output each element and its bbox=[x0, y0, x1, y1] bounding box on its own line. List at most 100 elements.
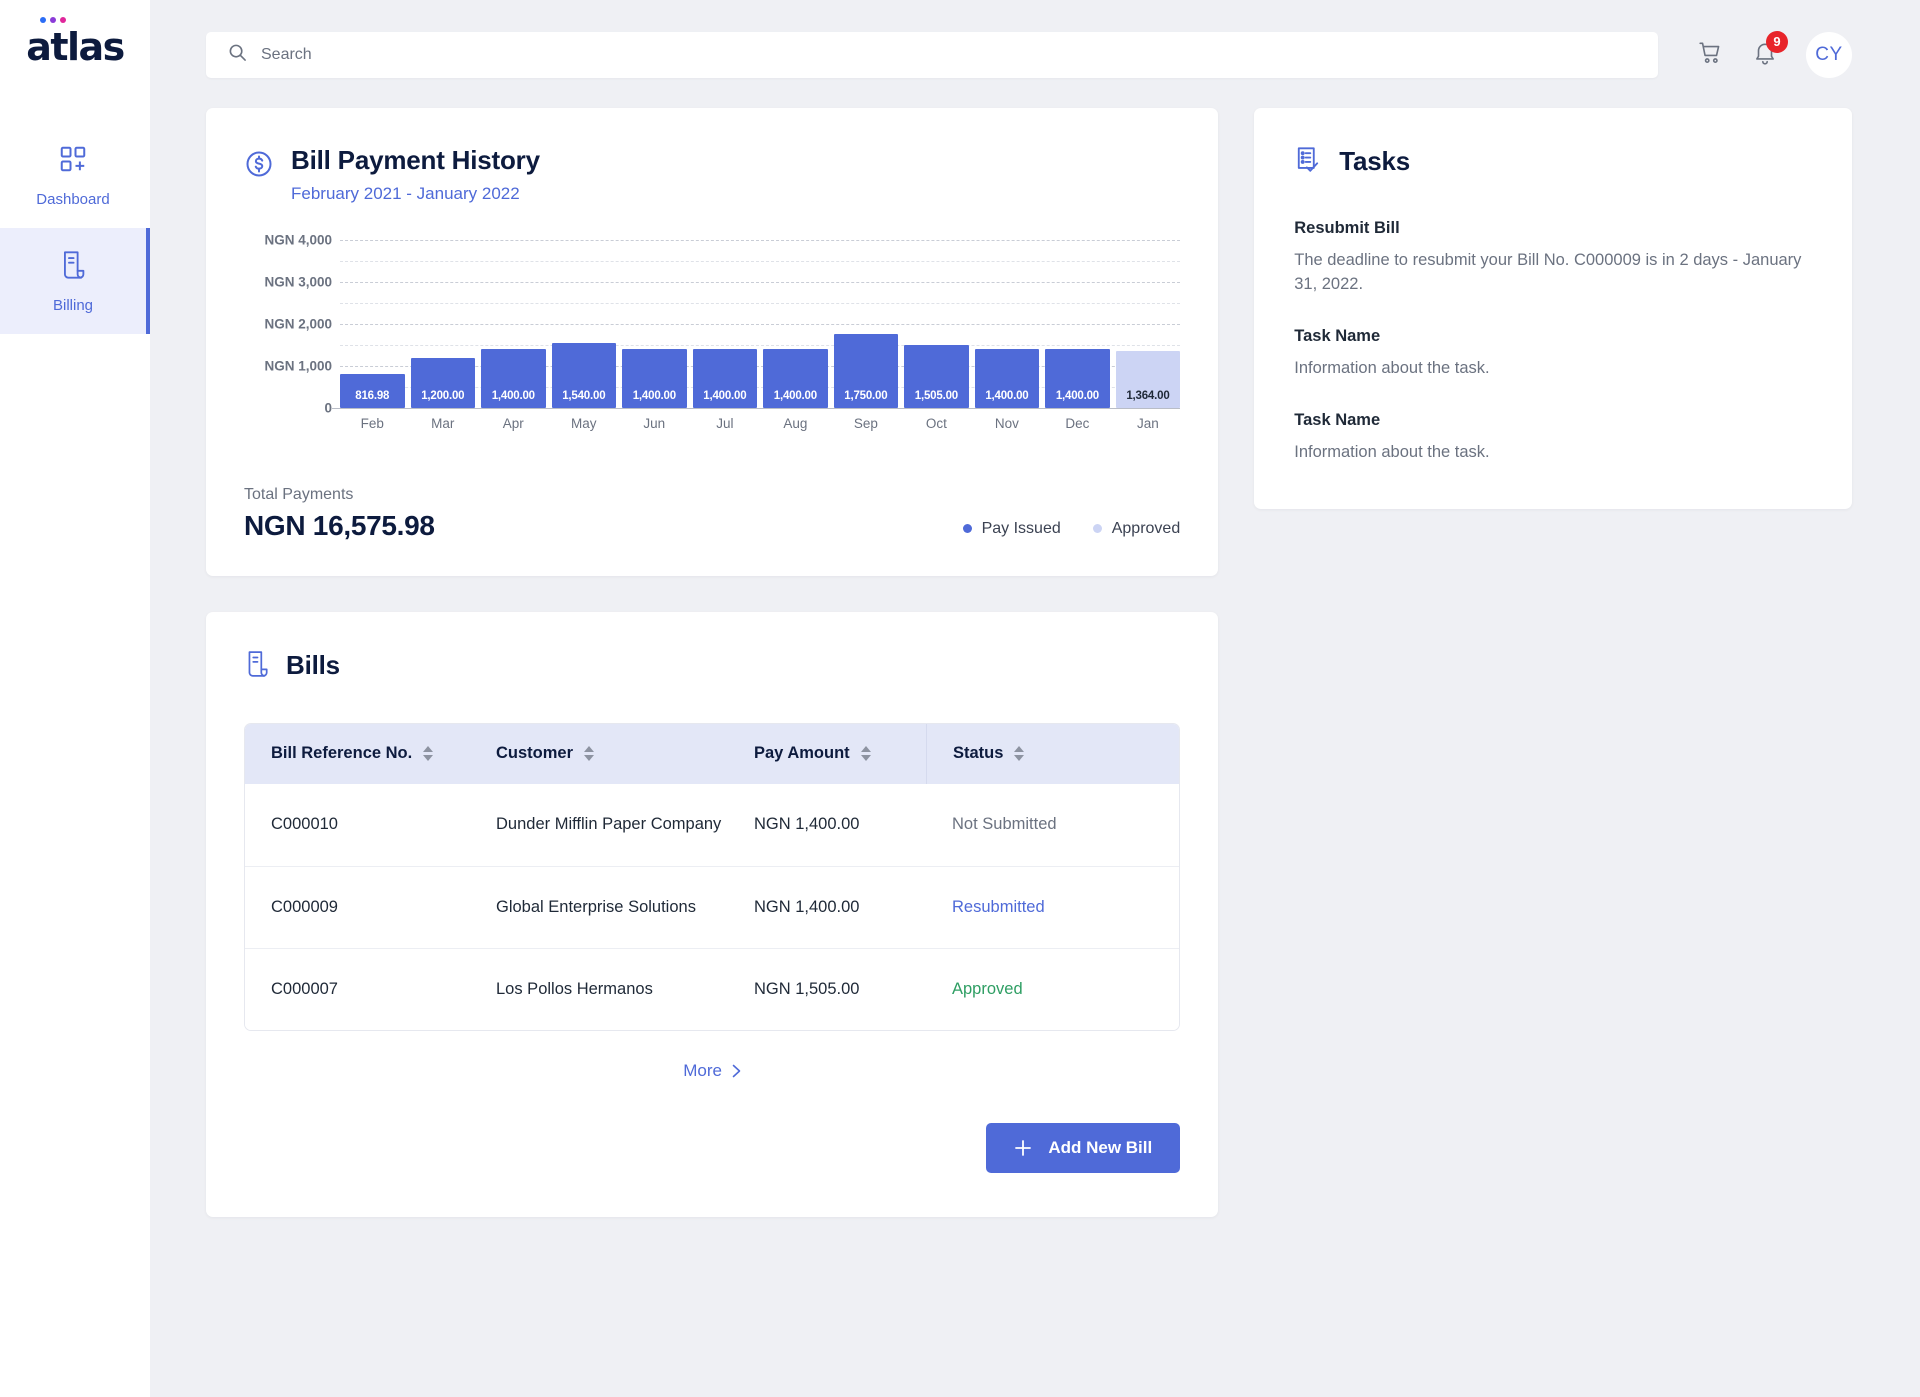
task-item[interactable]: Task Name Information about the task. bbox=[1294, 411, 1812, 465]
tasks-card: Tasks Resubmit Bill The deadline to resub… bbox=[1254, 108, 1852, 509]
chart-bar-column[interactable]: 1,400.00 bbox=[481, 240, 546, 408]
chart-bar[interactable]: 1,200.00 bbox=[410, 357, 476, 408]
x-axis-tick-label: Jul bbox=[716, 415, 734, 431]
table-row[interactable]: C000010 Dunder Mifflin Paper Company NGN 1… bbox=[245, 783, 1180, 866]
chart-bar-column[interactable]: 816.98 bbox=[340, 240, 405, 408]
chart-bar[interactable]: 1,400.00 bbox=[1045, 348, 1110, 408]
cart-button[interactable] bbox=[1698, 40, 1724, 71]
chart-bar-column[interactable]: 1,400.00 bbox=[692, 240, 758, 408]
atlas-logo: atlas bbox=[26, 17, 125, 66]
task-info: The deadline to resubmit your Bill No. C… bbox=[1294, 251, 1802, 293]
chart-bar[interactable]: 1,400.00 bbox=[622, 348, 687, 408]
task-item[interactable]: Resubmit Bill The deadline to resubmit yo… bbox=[1294, 219, 1812, 297]
notifications-button[interactable]: 9 bbox=[1752, 30, 1788, 71]
chart-date-range: February 2021 - January 2022 bbox=[291, 183, 520, 203]
add-bill-row: Add New Bill bbox=[244, 1122, 1181, 1173]
column-header-customer[interactable]: Customer bbox=[470, 744, 728, 763]
chart-bar[interactable]: 816.98 bbox=[340, 373, 405, 408]
sidebar-item-billing[interactable]: Billing bbox=[0, 228, 150, 334]
bar-value-label: 1,400.00 bbox=[632, 389, 676, 402]
chart-bar-column[interactable]: 1,200.00 bbox=[410, 240, 476, 408]
legend-swatch bbox=[1092, 524, 1102, 534]
chart-bar-column[interactable]: 1,400.00 bbox=[622, 240, 687, 408]
chart-bar[interactable]: 1,400.00 bbox=[692, 348, 758, 408]
notification-badge: 9 bbox=[1766, 30, 1788, 53]
chart-bar-column[interactable]: 1,750.00 bbox=[833, 240, 899, 408]
sort-icon[interactable] bbox=[423, 746, 434, 762]
chart-bar[interactable]: 1,750.00 bbox=[833, 333, 899, 408]
table-body: C000010 Dunder Mifflin Paper Company NGN 1… bbox=[245, 783, 1180, 1030]
tasks-list: Resubmit Bill The deadline to resubmit yo… bbox=[1294, 219, 1812, 465]
task-info: Information about the task. bbox=[1294, 442, 1490, 461]
task-name: Task Name bbox=[1294, 326, 1381, 345]
table-row[interactable]: C000009 Global Enterprise Solutions NGN 1,… bbox=[245, 865, 1180, 948]
x-axis-tick-label: Aug bbox=[783, 415, 808, 431]
top-bar: 9 CY bbox=[206, 0, 1852, 84]
tasks-card-header: Tasks bbox=[1294, 146, 1812, 181]
search-input[interactable] bbox=[261, 46, 1636, 64]
tasks-title: Tasks bbox=[1339, 146, 1411, 176]
chart-bar-column[interactable]: 1,540.00 bbox=[551, 240, 617, 408]
chart-bar-column[interactable]: 1,505.00 bbox=[904, 240, 969, 408]
sort-icon[interactable] bbox=[860, 746, 871, 762]
chart-bar-column[interactable]: 1,400.00 bbox=[763, 240, 828, 408]
chart-bar[interactable]: 1,505.00 bbox=[904, 344, 969, 408]
column-label: Pay Amount bbox=[754, 744, 850, 763]
right-column: Tasks Resubmit Bill The deadline to resub… bbox=[1254, 108, 1852, 509]
sidebar-item-label: Dashboard bbox=[36, 191, 110, 208]
topbar-actions: 9 CY bbox=[1698, 30, 1852, 78]
cell-customer: Global Enterprise Solutions bbox=[496, 897, 696, 916]
y-axis-tick-label: NGN 4,000 bbox=[264, 232, 332, 248]
more-link[interactable]: More bbox=[683, 1061, 741, 1081]
column-header-bill-reference[interactable]: Bill Reference No. bbox=[245, 744, 470, 763]
bar-value-label: 1,400.00 bbox=[1055, 389, 1099, 402]
x-axis-tick-label: Apr bbox=[502, 415, 524, 431]
status-badge: Resubmitted bbox=[952, 897, 1045, 916]
task-name: Task Name bbox=[1294, 410, 1381, 429]
bar-value-label: 816.98 bbox=[355, 389, 390, 402]
task-info: Information about the task. bbox=[1294, 358, 1490, 377]
sort-icon[interactable] bbox=[1014, 746, 1025, 762]
dashboard-add-icon bbox=[58, 144, 88, 179]
y-axis-tick-label: NGN 3,000 bbox=[264, 274, 332, 290]
search-bar[interactable] bbox=[206, 32, 1658, 78]
avatar[interactable]: CY bbox=[1806, 32, 1852, 78]
bar-value-label: 1,200.00 bbox=[421, 389, 465, 402]
chart-bar[interactable]: 1,400.00 bbox=[763, 348, 828, 408]
chart-bar[interactable]: 1,400.00 bbox=[974, 348, 1040, 408]
bar-value-label: 1,400.00 bbox=[985, 389, 1029, 402]
sidebar-item-dashboard[interactable]: Dashboard bbox=[0, 122, 150, 228]
legend-label: Approved bbox=[1111, 519, 1181, 537]
dollar-circle-icon bbox=[244, 149, 274, 184]
add-new-bill-label: Add New Bill bbox=[1048, 1137, 1153, 1157]
task-item[interactable]: Task Name Information about the task. bbox=[1294, 327, 1812, 381]
chart-bar-column[interactable]: 1,400.00 bbox=[1045, 240, 1110, 408]
bar-value-label: 1,400.00 bbox=[703, 389, 747, 402]
cell-customer: Los Pollos Hermanos bbox=[496, 979, 653, 998]
content-grid: Bill Payment History February 2021 - Jan… bbox=[206, 108, 1852, 1217]
x-axis-tick-label: Dec bbox=[1065, 415, 1090, 431]
column-header-pay-amount[interactable]: Pay Amount bbox=[728, 744, 926, 763]
bills-table: Bill Reference No. Customer Pay Amount S… bbox=[244, 722, 1181, 1031]
chart-bar[interactable]: 1,364.00 bbox=[1115, 350, 1181, 408]
x-axis-tick-label: May bbox=[571, 415, 597, 431]
sort-icon[interactable] bbox=[584, 746, 595, 762]
bill-payment-history-card: Bill Payment History February 2021 - Jan… bbox=[206, 108, 1219, 576]
chart-bar-column[interactable]: 1,364.00 bbox=[1115, 240, 1181, 408]
more-label: More bbox=[683, 1060, 722, 1080]
chart-bar[interactable]: 1,540.00 bbox=[551, 342, 617, 408]
total-payments-label: Total Payments bbox=[244, 485, 354, 503]
table-row[interactable]: C000007 Los Pollos Hermanos NGN 1,505.00 Ap… bbox=[245, 947, 1180, 1030]
legend-item-pay-issued: Pay Issued bbox=[962, 520, 1061, 538]
left-column: Bill Payment History February 2021 - Jan… bbox=[206, 108, 1219, 1217]
column-label: Customer bbox=[496, 744, 574, 763]
chart-bar-column[interactable]: 1,400.00 bbox=[974, 240, 1040, 408]
logo-dots bbox=[40, 17, 67, 23]
add-new-bill-button[interactable]: Add New Bill bbox=[986, 1122, 1181, 1173]
bar-value-label: 1,750.00 bbox=[844, 389, 888, 402]
chart-bar[interactable]: 1,400.00 bbox=[481, 348, 546, 408]
column-header-status[interactable]: Status bbox=[926, 723, 1179, 784]
chart-baseline bbox=[332, 407, 1181, 409]
task-name: Resubmit Bill bbox=[1294, 219, 1400, 237]
column-label: Bill Reference No. bbox=[271, 744, 413, 763]
